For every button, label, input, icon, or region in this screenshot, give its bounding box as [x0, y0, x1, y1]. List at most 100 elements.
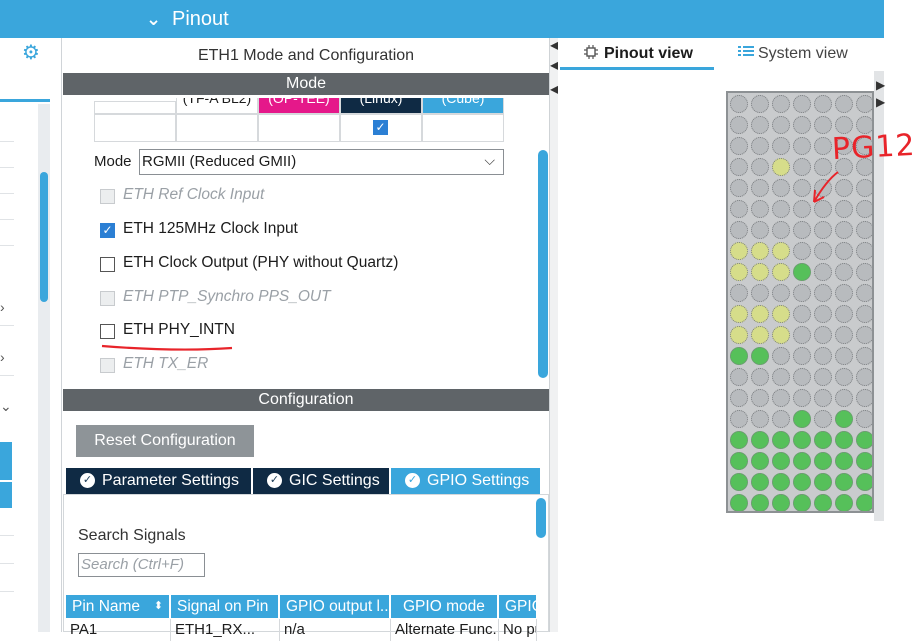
chip-pin[interactable] — [793, 221, 811, 239]
column-header-pin-name[interactable]: Pin Name ⬍ — [66, 595, 170, 618]
chip-pin[interactable] — [730, 158, 748, 176]
table-cell[interactable]: ✓ — [340, 114, 422, 142]
chip-pin[interactable] — [835, 242, 853, 260]
chip-pin[interactable] — [772, 431, 790, 449]
chip-pin[interactable] — [835, 326, 853, 344]
chip-pin[interactable] — [751, 137, 769, 155]
chip-pin[interactable] — [793, 389, 811, 407]
chip-pin[interactable] — [793, 326, 811, 344]
column-header-gpio-mode[interactable]: GPIO mode — [391, 595, 498, 618]
chip-pin[interactable] — [793, 410, 811, 428]
chip-pin[interactable] — [856, 95, 872, 113]
chip-pin[interactable] — [751, 242, 769, 260]
chip-pin[interactable] — [835, 473, 853, 491]
search-input[interactable]: Search (Ctrl+F) — [78, 553, 205, 577]
chip-pin[interactable] — [772, 389, 790, 407]
chip-pin[interactable] — [751, 200, 769, 218]
chip-pin[interactable] — [814, 137, 832, 155]
chip-pin[interactable] — [751, 410, 769, 428]
chip-pin[interactable] — [751, 179, 769, 197]
chip-pin[interactable] — [793, 116, 811, 134]
chip-pin[interactable] — [835, 347, 853, 365]
chip-pin[interactable] — [856, 221, 872, 239]
chip-pin[interactable] — [835, 410, 853, 428]
list-item[interactable] — [0, 508, 14, 536]
chip-pin[interactable] — [814, 389, 832, 407]
chip-pin[interactable] — [751, 347, 769, 365]
chip-pin[interactable] — [856, 284, 872, 302]
table-cell[interactable]: PA1 — [66, 619, 171, 641]
chip-pin[interactable] — [835, 305, 853, 323]
chip-pin[interactable] — [730, 347, 748, 365]
chip-pin[interactable] — [814, 242, 832, 260]
chip-pin[interactable] — [730, 95, 748, 113]
expand-right-arrow-icon[interactable]: ▶ — [876, 78, 885, 92]
chip-pin[interactable] — [814, 116, 832, 134]
chip-pin[interactable] — [751, 431, 769, 449]
chip-pin[interactable] — [772, 242, 790, 260]
chip-pin[interactable] — [814, 221, 832, 239]
checkbox-box[interactable] — [100, 257, 115, 272]
table-cell[interactable]: n/a — [280, 619, 391, 641]
chip-pin[interactable] — [772, 221, 790, 239]
collapse-arrow-icon[interactable]: ⌄ — [0, 398, 12, 415]
chip-pin[interactable] — [856, 200, 872, 218]
chip-pin[interactable] — [730, 242, 748, 260]
chip-pin[interactable] — [751, 95, 769, 113]
chip-pin[interactable] — [856, 431, 872, 449]
table-cell[interactable]: No pu — [499, 619, 537, 641]
tab-pinout-view[interactable]: Pinout view — [584, 45, 693, 63]
chip-pin[interactable] — [793, 263, 811, 281]
chip-pin[interactable] — [751, 389, 769, 407]
chip-pin[interactable] — [793, 452, 811, 470]
tab-gpio-settings[interactable]: ✓ GPIO Settings — [391, 468, 540, 494]
chip-pin[interactable] — [835, 452, 853, 470]
chip-pin[interactable] — [730, 473, 748, 491]
chip-pin[interactable] — [730, 368, 748, 386]
chip-pin[interactable] — [730, 431, 748, 449]
chip-pin[interactable] — [730, 179, 748, 197]
chip-pin[interactable] — [793, 473, 811, 491]
chip-pin[interactable] — [793, 494, 811, 511]
chip-pin[interactable] — [772, 452, 790, 470]
chip-pin[interactable] — [856, 473, 872, 491]
chip-pin[interactable] — [814, 368, 832, 386]
chip-pin[interactable] — [856, 389, 872, 407]
chip-pin[interactable] — [856, 305, 872, 323]
chip-pin[interactable] — [814, 431, 832, 449]
column-header-gpio-pull[interactable]: GPIO — [499, 595, 537, 618]
checkbox-box[interactable]: ✓ — [100, 223, 115, 238]
chip-pin[interactable] — [856, 452, 872, 470]
list-item[interactable] — [0, 564, 14, 592]
chip-pin[interactable] — [730, 116, 748, 134]
tab-gic-settings[interactable]: ✓ GIC Settings — [253, 468, 389, 494]
chip-pin[interactable] — [856, 179, 872, 197]
chip-pin[interactable] — [751, 494, 769, 511]
settings-scrollbar-thumb[interactable] — [536, 498, 546, 538]
chip-pin[interactable] — [751, 368, 769, 386]
chip-pin[interactable] — [814, 347, 832, 365]
list-item[interactable] — [0, 194, 14, 220]
chip-pin[interactable] — [814, 494, 832, 511]
chip-pin[interactable] — [793, 347, 811, 365]
chip-pin[interactable] — [751, 221, 769, 239]
chip-pin[interactable] — [772, 305, 790, 323]
list-item[interactable] — [0, 338, 14, 376]
tab-parameter-settings[interactable]: ✓ Parameter Settings — [66, 468, 251, 494]
chip-pin[interactable] — [835, 263, 853, 281]
list-item[interactable] — [0, 220, 14, 246]
chip-pin[interactable] — [835, 431, 853, 449]
chip-pin[interactable] — [730, 410, 748, 428]
chip-pin[interactable] — [772, 410, 790, 428]
chip-pin[interactable] — [730, 137, 748, 155]
chip-pin[interactable] — [856, 410, 872, 428]
chip-pin[interactable] — [772, 137, 790, 155]
list-item[interactable] — [0, 142, 14, 168]
chip-pin[interactable] — [856, 494, 872, 511]
tab-system-view[interactable]: System view — [738, 45, 848, 63]
chip-pin[interactable] — [772, 284, 790, 302]
checkbox-box[interactable] — [100, 324, 115, 339]
column-header-signal[interactable]: Signal on Pin — [171, 595, 279, 618]
chip-pin[interactable] — [772, 263, 790, 281]
chip-pin[interactable] — [772, 473, 790, 491]
